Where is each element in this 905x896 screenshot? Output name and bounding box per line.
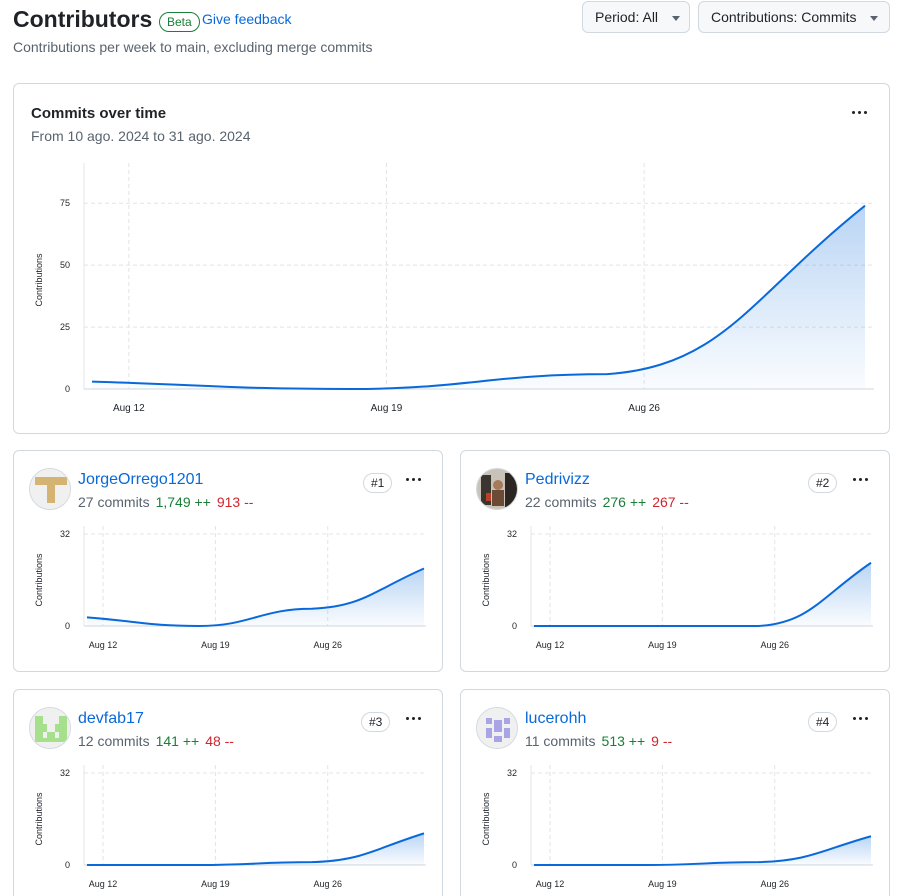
series-area (534, 836, 871, 865)
additions-count: 141 ++ (155, 733, 200, 749)
commit-count: 27 commits (78, 494, 150, 510)
additions-count: 276 ++ (602, 494, 647, 510)
beta-badge: Beta (159, 12, 200, 32)
more-options-icon[interactable] (850, 715, 870, 725)
x-tick-label: Aug 19 (201, 879, 230, 889)
commit-count: 11 commits (525, 733, 596, 749)
contributor-stats: 27 commits 1,749 ++ 913 -- (78, 494, 253, 510)
deletions-count: 267 -- (652, 494, 689, 510)
x-tick-label: Aug 26 (760, 640, 789, 650)
x-tick-label: Aug 26 (313, 640, 342, 650)
y-tick-label: 0 (512, 621, 517, 631)
series-area (87, 833, 424, 865)
identicon-green-icon (30, 708, 70, 748)
contributions-dropdown[interactable]: Contributions: Commits (698, 1, 890, 33)
more-options-icon[interactable] (403, 715, 423, 725)
y-tick-label: 32 (507, 529, 517, 539)
y-axis-title: Contributions (34, 553, 44, 607)
x-tick-label: Aug 12 (536, 640, 565, 650)
rank-badge: #3 (361, 712, 391, 732)
contributor-stats: 11 commits 513 ++ 9 -- (525, 733, 672, 749)
contributor-chart: 0 32 Aug 12 Aug 19 Aug 26 Contributions (34, 765, 426, 889)
y-tick-label: 32 (60, 768, 70, 778)
y-axis-title: Contributions (34, 792, 44, 846)
period-label: Period: (595, 9, 640, 25)
x-tick-label: Aug 19 (371, 403, 403, 414)
contributor-card: devfab17 12 commits 141 ++ 48 -- #3 0 32 Aug… (13, 689, 443, 896)
x-tick-label: Aug 19 (201, 640, 230, 650)
period-dropdown[interactable]: Period: All (582, 1, 690, 33)
y-axis-title: Contributions (481, 792, 491, 846)
y-tick-label: 75 (60, 198, 70, 208)
caret-down-icon (671, 15, 680, 21)
y-tick-label: 0 (65, 384, 70, 394)
x-tick-label: Aug 12 (89, 879, 118, 889)
contributor-card: JorgeOrrego1201 27 commits 1,749 ++ 913 --… (13, 450, 443, 672)
deletions-count: 913 -- (216, 494, 254, 510)
y-axis-title: Contributions (481, 553, 491, 607)
avatar[interactable] (476, 468, 518, 510)
more-options-icon[interactable] (403, 476, 423, 486)
series-area (534, 562, 871, 626)
page-header: Contributors Beta Give feedback Contribu… (13, 1, 893, 64)
identicon-purple-icon (477, 708, 517, 748)
contributor-stats: 12 commits 141 ++ 48 -- (78, 733, 234, 749)
contributor-chart: 0 32 Aug 12 Aug 19 Aug 26 Contributions (481, 765, 873, 889)
contributor-name-link[interactable]: devfab17 (78, 710, 144, 728)
identicon-tan-icon (30, 469, 70, 509)
commit-count: 22 commits (525, 494, 597, 510)
contributor-card: lucerohh 11 commits 513 ++ 9 -- #4 0 32 Aug … (460, 689, 890, 896)
more-options-icon[interactable] (850, 476, 870, 486)
card-date-range: From 10 ago. 2024 to 31 ago. 2024 (31, 128, 251, 144)
period-value: All (642, 9, 659, 25)
rank-badge: #1 (363, 473, 393, 493)
y-tick-label: 32 (507, 768, 517, 778)
rank-badge: #2 (808, 473, 838, 493)
y-tick-label: 25 (60, 322, 70, 332)
commit-count: 12 commits (78, 733, 150, 749)
series-area (92, 205, 865, 389)
avatar[interactable] (29, 468, 71, 510)
contributor-name-link[interactable]: lucerohh (525, 710, 586, 728)
y-tick-label: 0 (512, 860, 517, 870)
y-tick-label: 0 (65, 621, 70, 631)
contributions-label: Contributions: (711, 9, 798, 25)
contributor-name-link[interactable]: JorgeOrrego1201 (78, 471, 203, 489)
contributor-stats: 22 commits 276 ++ 267 -- (525, 494, 689, 510)
deletions-count: 9 -- (651, 733, 673, 749)
commits-over-time-chart: 0 25 50 75 Aug 12 Aug 19 Aug 26 Contributions (34, 163, 874, 414)
x-tick-label: Aug 26 (628, 403, 660, 414)
photo-avatar-icon (477, 469, 517, 509)
card-title: Commits over time (31, 105, 167, 122)
avatar[interactable] (29, 707, 71, 749)
page-title: Contributors (13, 6, 153, 32)
x-tick-label: Aug 12 (89, 640, 118, 650)
contributor-name-link[interactable]: Pedrivizz (525, 471, 590, 489)
give-feedback-link[interactable]: Give feedback (202, 11, 292, 27)
y-tick-label: 32 (60, 529, 70, 539)
deletions-count: 48 -- (205, 733, 234, 749)
y-axis-title: Contributions (34, 253, 44, 307)
commits-over-time-card: Commits over time From 10 ago. 2024 to 3… (13, 83, 890, 434)
caret-down-icon (870, 15, 879, 21)
contributor-chart: 0 32 Aug 12 Aug 19 Aug 26 Contributions (481, 526, 873, 650)
contributor-card: Pedrivizz 22 commits 276 ++ 267 -- #2 0 32 A… (460, 450, 890, 672)
x-tick-label: Aug 26 (760, 879, 789, 889)
x-tick-label: Aug 26 (313, 879, 342, 889)
x-tick-label: Aug 19 (648, 879, 677, 889)
page-subtitle: Contributions per week to main, excludin… (13, 39, 373, 55)
more-options-icon[interactable] (849, 109, 869, 119)
rank-badge: #4 (808, 712, 838, 732)
y-tick-label: 50 (60, 260, 70, 270)
x-tick-label: Aug 12 (536, 879, 565, 889)
contributions-value: Commits (801, 9, 857, 25)
x-tick-label: Aug 19 (648, 640, 677, 650)
additions-count: 513 ++ (601, 733, 646, 749)
x-tick-label: Aug 12 (113, 403, 145, 414)
avatar[interactable] (476, 707, 518, 749)
contributor-chart: 0 32 Aug 12 Aug 19 Aug 26 Contributions (34, 526, 426, 650)
y-tick-label: 0 (65, 860, 70, 870)
additions-count: 1,749 ++ (155, 494, 211, 510)
